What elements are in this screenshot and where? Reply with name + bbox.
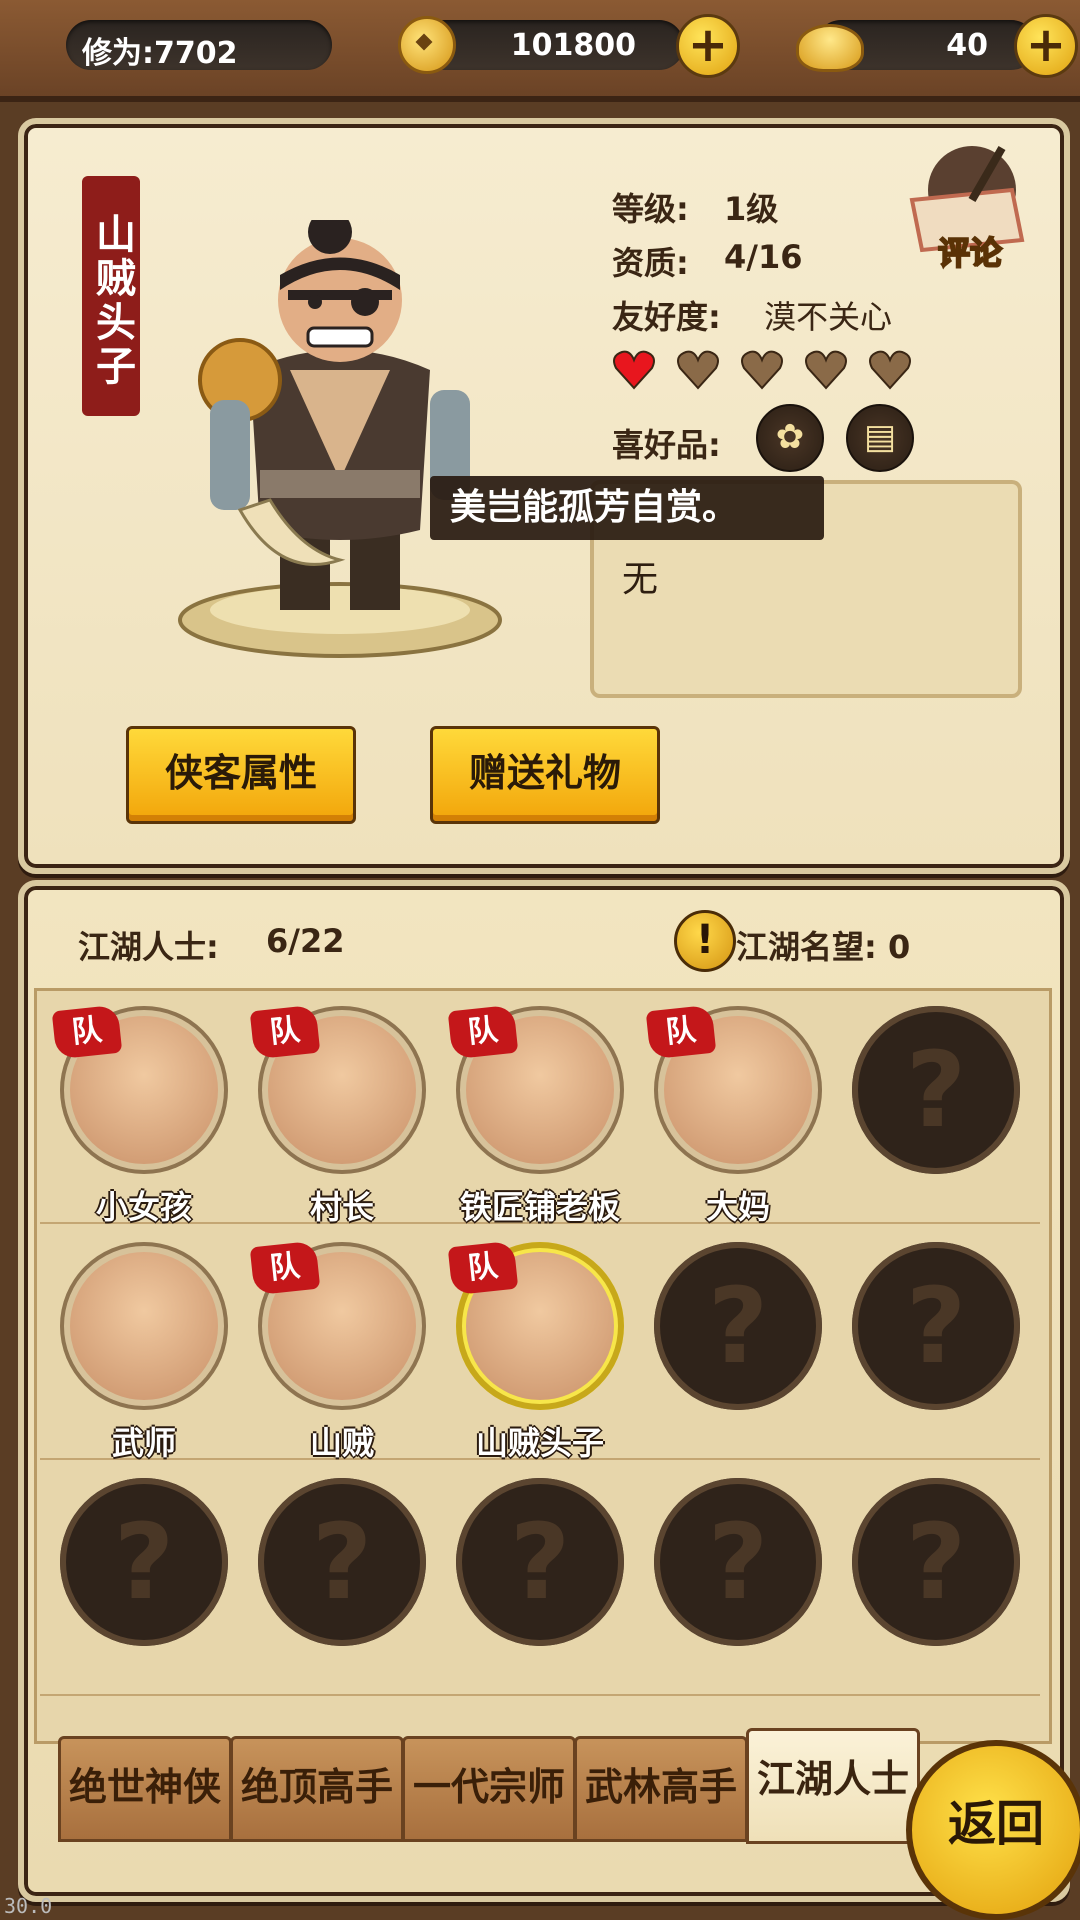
add-gold-button[interactable]: + <box>1014 14 1078 78</box>
level-label: 等级: <box>612 190 689 228</box>
hero-slot[interactable]: 小女孩队 <box>51 1004 228 1226</box>
team-badge: 队 <box>645 1004 717 1060</box>
locked-hero-slot[interactable]: ? <box>654 1478 822 1646</box>
hero-slot-name: 山贼头子 <box>475 1424 604 1462</box>
question-mark-icon: ? <box>311 1501 373 1623</box>
comment-button[interactable]: 评论 <box>902 140 1032 270</box>
question-mark-icon: ? <box>707 1501 769 1623</box>
flower-icon[interactable]: ✿ <box>756 404 824 472</box>
send-gift-button[interactable]: 赠送礼物 <box>430 726 660 824</box>
locked-hero-slot[interactable]: ? <box>258 1478 426 1646</box>
aptitude-value: 4/16 <box>724 238 803 276</box>
copper-coin-icon <box>398 16 456 74</box>
tab-2[interactable]: 一代宗师 <box>402 1736 576 1842</box>
locked-hero-slot[interactable]: ? <box>456 1478 624 1646</box>
hero-name-banner: 山贼头子 <box>82 176 140 416</box>
gold-amount: 40 <box>946 28 988 63</box>
question-mark-icon: ? <box>113 1501 175 1623</box>
cultivation-display: 修为:7702 <box>66 20 332 71</box>
description-text: 无 <box>622 559 659 600</box>
coin-amount: 101800 <box>510 28 636 63</box>
team-badge: 队 <box>51 1004 123 1060</box>
hero-avatar <box>70 1252 218 1400</box>
heart-empty-icon <box>805 350 847 390</box>
fame-info-icon[interactable]: ! <box>674 910 736 972</box>
locked-hero-slot[interactable]: ? <box>852 1242 1020 1410</box>
roster-count-label: 江湖人士: <box>78 928 219 966</box>
tab-3[interactable]: 武林高手 <box>574 1736 748 1842</box>
question-mark-icon: ? <box>707 1265 769 1387</box>
coin-display: 101800 <box>420 20 684 70</box>
tab-4[interactable]: 江湖人士 <box>746 1728 920 1844</box>
resource-bar: 修为:7702 101800 + 40 + <box>0 0 1080 102</box>
preferences-label: 喜好品: <box>612 426 721 464</box>
question-mark-icon: ? <box>509 1501 571 1623</box>
tab-0[interactable]: 绝世神侠 <box>58 1736 232 1842</box>
hero-portrait <box>178 220 502 658</box>
team-badge: 队 <box>447 1004 519 1060</box>
gold-ingot-icon <box>796 24 864 72</box>
hero-slot[interactable]: 大妈 队 <box>645 1004 822 1226</box>
roster-count-value: 6/22 <box>266 922 345 960</box>
question-mark-icon: ? <box>905 1501 967 1623</box>
hero-slot[interactable]: 山贼队 <box>249 1240 426 1462</box>
fame-label: 江湖名望: 0 <box>736 928 911 966</box>
fps-counter: 30.0 <box>4 1894 53 1918</box>
aptitude-row: 资质: 4/16 <box>612 238 802 284</box>
hero-attributes-button[interactable]: 侠客属性 <box>126 726 356 824</box>
team-badge: 队 <box>447 1240 519 1296</box>
aptitude-label: 资质: <box>612 244 689 282</box>
hero-slot[interactable]: 铁匠铺老板队 <box>447 1004 624 1226</box>
locked-hero-slot[interactable]: ? <box>654 1242 822 1410</box>
hero-slot[interactable]: 村长队 <box>249 1004 426 1226</box>
team-badge: 队 <box>249 1004 321 1060</box>
level-value: 1级 <box>724 190 779 228</box>
heart-empty-icon <box>741 350 783 390</box>
friendship-row: 友好度: 漠不关心 <box>612 292 892 338</box>
hero-slot[interactable]: 武师 <box>60 1242 228 1462</box>
heart-filled-icon <box>613 350 655 390</box>
hero-slot-name: 大妈 <box>705 1188 770 1226</box>
locked-hero-slot[interactable]: ? <box>60 1478 228 1646</box>
comment-label: 评论 <box>938 234 1003 270</box>
friendship-value: 漠不关心 <box>764 298 893 336</box>
add-coins-button[interactable]: + <box>676 14 740 78</box>
friendship-label: 友好度: <box>612 298 721 336</box>
heart-empty-icon <box>869 350 911 390</box>
locked-hero-slot[interactable]: ? <box>852 1006 1020 1174</box>
question-mark-icon: ? <box>905 1029 967 1151</box>
hero-slot[interactable]: 山贼头子 队 <box>447 1240 624 1462</box>
heart-empty-icon <box>677 350 719 390</box>
row-divider <box>40 1694 1040 1696</box>
question-mark-icon: ? <box>905 1265 967 1387</box>
locked-hero-slot[interactable]: ? <box>852 1478 1020 1646</box>
back-button[interactable]: 返回 <box>906 1740 1080 1920</box>
level-row: 等级: 1级 <box>612 184 778 230</box>
tab-1[interactable]: 绝顶高手 <box>230 1736 404 1842</box>
speech-tooltip: 美岂能孤芳自赏。 <box>430 476 824 540</box>
team-badge: 队 <box>249 1240 321 1296</box>
scroll-icon[interactable]: ▤ <box>846 404 914 472</box>
cultivation-text: 修为:7702 <box>82 36 238 71</box>
